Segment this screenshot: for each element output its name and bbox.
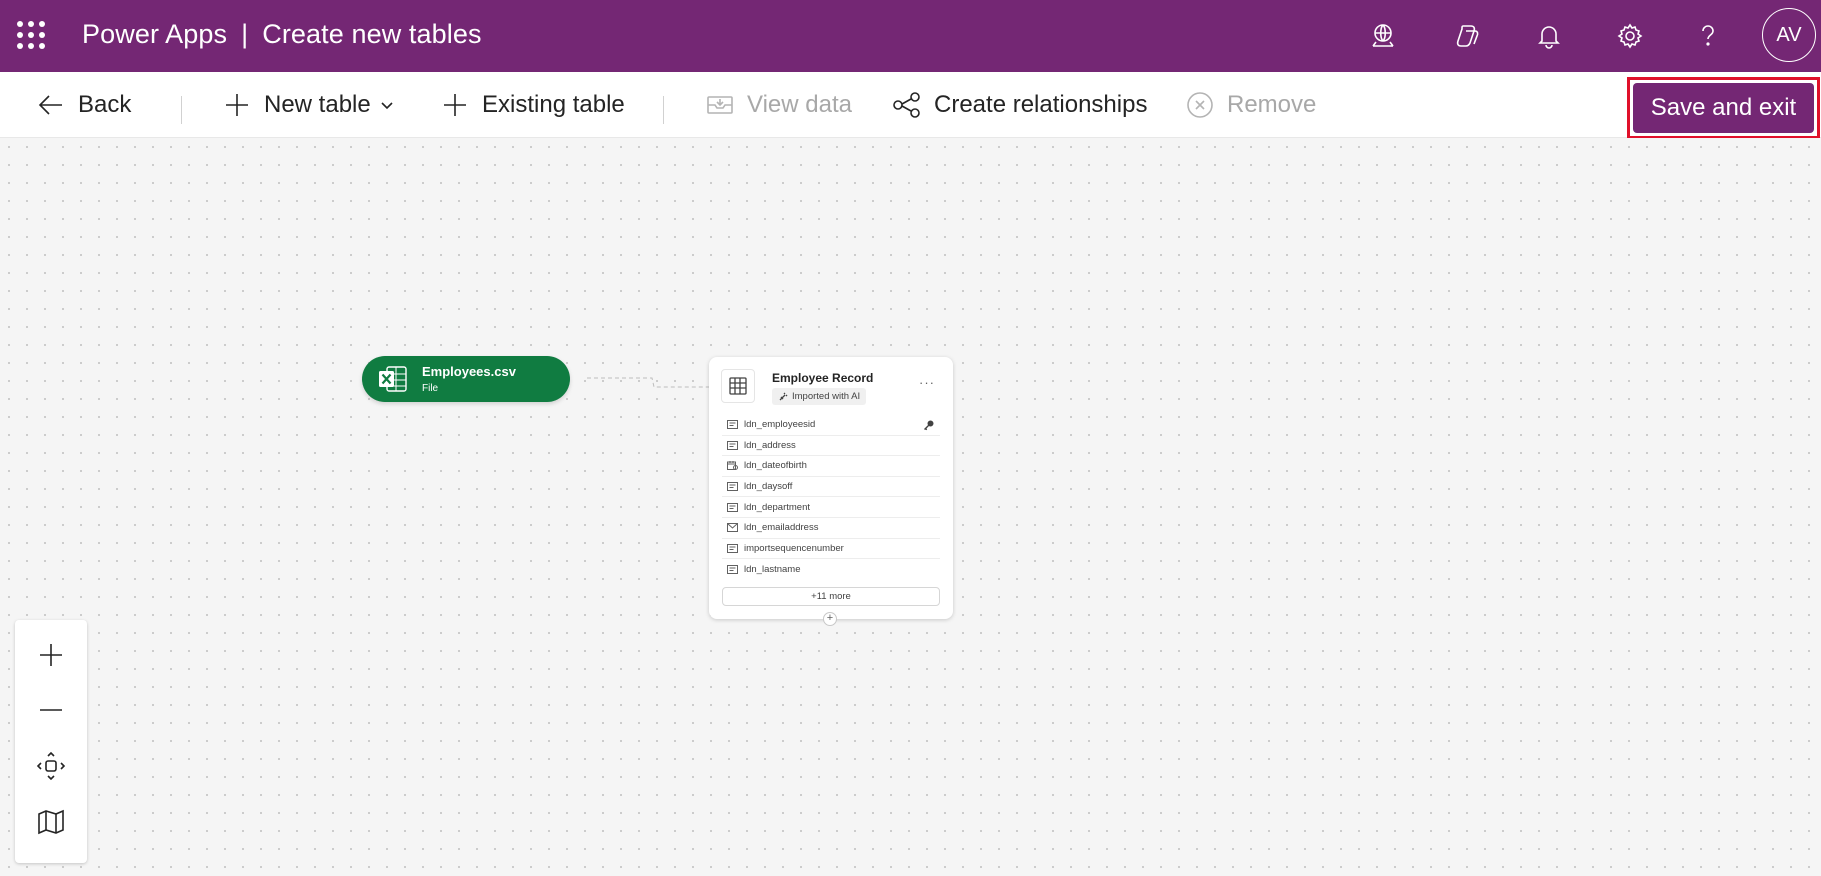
plus-icon: [444, 94, 466, 116]
app-launcher-icon[interactable]: [14, 18, 45, 49]
app-name[interactable]: Power Apps: [82, 19, 227, 50]
new-table-button[interactable]: New table: [222, 72, 395, 138]
zoom-out-button[interactable]: [15, 682, 87, 738]
column-name: ldn_department: [744, 501, 811, 513]
chevron-down-icon: [381, 102, 393, 110]
back-button[interactable]: Back: [36, 72, 131, 138]
excel-file-icon: [379, 366, 407, 392]
zoom-in-plus-icon: [40, 644, 62, 666]
new-table-label: New table: [264, 91, 371, 118]
column-row[interactable]: importsequencenumber: [722, 539, 940, 560]
table-card-employee-record[interactable]: Employee Record Imported with AI ··· ldn…: [709, 357, 953, 619]
text-field-icon: [727, 440, 738, 450]
imported-with-ai-badge: Imported with AI: [772, 388, 867, 405]
plus-icon: [226, 94, 248, 116]
column-name: ldn_lastname: [744, 563, 801, 575]
badge-label: Imported with AI: [792, 391, 861, 402]
fit-to-screen-button[interactable]: [15, 738, 87, 794]
notifications-bell-icon[interactable]: [1529, 16, 1569, 56]
zoom-in-button[interactable]: [15, 627, 87, 683]
calendar-field-icon: [727, 461, 738, 471]
existing-table-button[interactable]: Existing table: [440, 72, 625, 138]
top-header: Power Apps | Create new tables AV: [0, 0, 1821, 72]
create-relationships-label: Create relationships: [934, 91, 1148, 118]
column-name: importsequencenumber: [744, 542, 844, 554]
view-data-icon: [707, 96, 733, 114]
column-name: ldn_daysoff: [744, 481, 793, 493]
remove-label: Remove: [1227, 91, 1317, 118]
column-name: ldn_dateofbirth: [744, 460, 807, 472]
relationships-icon: [893, 92, 920, 118]
view-data-button[interactable]: View data: [705, 72, 852, 138]
save-and-exit-button[interactable]: Save and exit: [1633, 83, 1814, 133]
back-arrow-icon: [38, 95, 62, 115]
email-field-icon: [727, 523, 738, 533]
title-separator: |: [241, 19, 249, 49]
zoom-out-minus-icon: [40, 709, 62, 711]
column-row[interactable]: ldn_department: [722, 497, 940, 518]
file-type: File: [422, 383, 439, 394]
command-divider: [663, 96, 664, 124]
app-title: Power Apps | Create new tables: [82, 19, 482, 50]
remove-circle-x-icon: [1187, 92, 1213, 118]
ai-sparkle-icon: [779, 392, 788, 400]
column-row[interactable]: ldn_lastname: [722, 559, 940, 580]
copilot-icon[interactable]: [1448, 16, 1488, 56]
fit-view-icon: [36, 751, 66, 781]
column-name: ldn_emailaddress: [744, 522, 819, 534]
minimap-button[interactable]: [15, 794, 87, 850]
page-title: Create new tables: [262, 19, 482, 49]
back-label: Back: [78, 91, 132, 118]
help-question-icon[interactable]: [1688, 16, 1728, 56]
primary-key-icon: [924, 420, 934, 431]
column-list: ldn_employeesid ldn_address ldn_dateofbi…: [722, 415, 940, 580]
command-bar: Back New table Existing table View data …: [0, 72, 1821, 138]
command-divider: [181, 96, 182, 124]
user-avatar[interactable]: AV: [1762, 8, 1816, 62]
file-name: Employees.csv: [422, 364, 516, 379]
settings-gear-icon[interactable]: [1610, 16, 1650, 56]
text-field-icon: [727, 482, 738, 492]
table-grid-icon: [721, 369, 755, 403]
more-options-icon[interactable]: ···: [919, 375, 935, 390]
text-field-icon: [727, 502, 738, 512]
canvas-zoom-controls: [15, 620, 87, 863]
environment-icon[interactable]: [1363, 16, 1403, 56]
map-icon: [38, 809, 64, 835]
column-row[interactable]: ldn_daysoff: [722, 477, 940, 498]
view-data-label: View data: [747, 91, 852, 118]
column-row[interactable]: ldn_address: [722, 436, 940, 457]
column-name: ldn_address: [744, 439, 796, 451]
remove-button[interactable]: Remove: [1185, 72, 1316, 138]
column-row[interactable]: ldn_employeesid: [722, 415, 940, 436]
column-name: ldn_employeesid: [744, 419, 816, 431]
column-row[interactable]: ldn_dateofbirth: [722, 456, 940, 477]
file-node-employees-csv[interactable]: Employees.csv File: [362, 356, 570, 402]
save-highlight-box: Save and exit: [1627, 77, 1820, 139]
show-more-columns-button[interactable]: +11 more: [722, 587, 940, 606]
text-field-icon: [727, 420, 738, 430]
create-relationships-button[interactable]: Create relationships: [892, 72, 1147, 138]
text-field-icon: [727, 564, 738, 574]
add-relationship-plus-icon[interactable]: +: [823, 612, 837, 626]
table-title: Employee Record: [772, 371, 874, 385]
column-row[interactable]: ldn_emailaddress: [722, 518, 940, 539]
text-field-icon: [727, 543, 738, 553]
existing-table-label: Existing table: [482, 91, 625, 118]
